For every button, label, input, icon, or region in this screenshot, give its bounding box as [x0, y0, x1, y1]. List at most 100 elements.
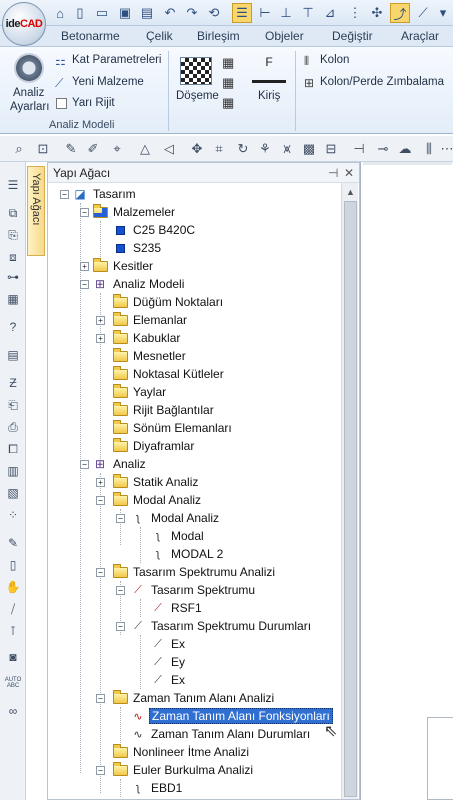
triangle-icon[interactable]: △ — [136, 140, 154, 158]
calendar-icon[interactable]: ▥ — [4, 462, 22, 480]
save-icon[interactable]: ▣ — [115, 3, 135, 23]
tree-node-tsa[interactable]: Tasarım Spektrumu Analizi — [112, 563, 277, 581]
pen-icon[interactable]: ✐ — [84, 140, 102, 158]
copy-move-icon[interactable]: ⌗ — [210, 140, 228, 158]
pin-icon[interactable]: ⊣ — [328, 166, 338, 180]
tree-node-modal[interactable]: ʅ Modal — [150, 527, 206, 545]
doseme-grid-icon-1[interactable]: ▦ — [222, 55, 234, 71]
collapse-toggle[interactable]: − — [96, 496, 105, 505]
kiris-icon[interactable]: F — [252, 55, 286, 83]
tree-node-rijit[interactable]: Rijit Bağlantılar — [112, 401, 216, 419]
auto-label-icon[interactable]: AUTO ABC — [4, 674, 22, 692]
redo-icon[interactable]: ↷ — [182, 3, 202, 23]
analiz-ayarlari-line2[interactable]: Ayarları — [10, 101, 49, 113]
rotate-icon[interactable]: ↻ — [234, 140, 252, 158]
document-icon[interactable]: ▤ — [4, 346, 22, 364]
doseme-icon[interactable] — [180, 57, 212, 85]
ortho-icon[interactable]: ⤴ — [390, 3, 410, 23]
marker-icon[interactable]: ⌖ — [108, 140, 126, 158]
tree-node-tsd[interactable]: ⟋ Tasarım Spektrumu Durumları — [130, 617, 313, 635]
tab-degistir[interactable]: Değiştir — [332, 29, 373, 43]
print-icon[interactable]: ⎙ — [4, 418, 22, 436]
tree-node-modal-analiz[interactable]: ʅ Modal Analiz — [130, 509, 221, 527]
doseme-grid-icon-3[interactable]: ▦ — [222, 95, 234, 111]
polar-icon[interactable]: ⟋ — [413, 3, 433, 23]
tree-node-kesitler[interactable]: Kesitler — [92, 257, 155, 275]
open-folder-icon[interactable]: ▭ — [92, 3, 112, 23]
settings-gear-icon[interactable] — [14, 53, 44, 83]
expand-toggle[interactable]: + — [96, 334, 105, 343]
kat-parametreleri-button[interactable]: Kat Parametreleri — [72, 54, 161, 66]
tree-scrollbar[interactable]: ▲ — [341, 183, 358, 799]
mirror-icon[interactable]: ⩙ — [278, 140, 296, 158]
tree-node-kabuklar[interactable]: Kabuklar — [112, 329, 182, 347]
pick-icon[interactable]: ✎ — [62, 140, 80, 158]
collapse-toggle[interactable]: − — [96, 766, 105, 775]
kolon-perde-button[interactable]: Kolon/Perde Zımbalama — [320, 76, 444, 88]
array-icon[interactable]: ▩ — [300, 140, 318, 158]
properties-icon[interactable]: ⎘ — [4, 226, 22, 244]
tree-view-icon[interactable]: ☰ — [232, 3, 252, 23]
tree-node-ey[interactable]: ⟋ Ey — [150, 653, 187, 671]
extend-icon[interactable]: ⊣ — [350, 140, 368, 158]
tree-node-modal-analiz-folder[interactable]: Modal Analiz — [112, 491, 203, 509]
collapse-toggle[interactable]: − — [116, 622, 125, 631]
kiris-button[interactable]: Kiriş — [258, 90, 280, 102]
break-icon[interactable]: ⊸ — [374, 140, 392, 158]
query-icon[interactable]: ? — [4, 318, 22, 336]
tree-node-ts[interactable]: ⟋ Tasarım Spektrumu — [130, 581, 257, 599]
copy-doc-icon[interactable]: ⎗ — [4, 396, 22, 414]
chart-icon[interactable]: ⫼ — [420, 140, 438, 158]
expand-toggle[interactable]: + — [80, 262, 89, 271]
tree-node-ex2[interactable]: ⟋ Ex — [150, 671, 187, 689]
collapse-toggle[interactable]: − — [60, 190, 69, 199]
align-mid-icon[interactable]: ⊥ — [276, 3, 296, 23]
tree-node-diyafram[interactable]: Diyaframlar — [112, 437, 196, 455]
more-view-tools-icon[interactable]: ⋯ — [438, 140, 453, 158]
home-icon[interactable]: ⌂ — [50, 3, 70, 23]
collapse-toggle[interactable]: − — [96, 694, 105, 703]
tree-node-modal2[interactable]: ʅ MODAL 2 — [150, 545, 225, 563]
tree-node-tasarim[interactable]: ◪ Tasarım — [72, 185, 138, 203]
tree-node-nonlineer[interactable]: Nonlineer İtme Analizi — [112, 743, 251, 761]
tree-node-yaylar[interactable]: Yaylar — [112, 383, 168, 401]
tree-node-dugum[interactable]: Düğüm Noktaları — [112, 293, 225, 311]
tree-node-rsf1[interactable]: ⟋ RSF1 — [150, 599, 204, 617]
nodes-icon[interactable]: ⁘ — [4, 506, 22, 524]
refresh-view-icon[interactable]: ⟲ — [204, 3, 224, 23]
side-tab-yapi-agaci[interactable]: Yapı Ağacı — [27, 166, 45, 256]
save-all-icon[interactable]: ▤ — [137, 3, 157, 23]
align-bottom-icon[interactable]: ⊿ — [320, 3, 340, 23]
grid-icon[interactable]: ⋮ — [345, 3, 365, 23]
tree-node-ztad[interactable]: ∿ Zaman Tanım Alanı Durumları — [130, 725, 312, 743]
edit-icon[interactable]: ✎ — [4, 534, 22, 552]
book-icon[interactable]: ▧ — [4, 484, 22, 502]
expand-toggle[interactable]: + — [96, 316, 105, 325]
tree-node-analiz[interactable]: ⊞ Analiz — [92, 455, 148, 473]
tree-node-mesnetler[interactable]: Mesnetler — [112, 347, 188, 365]
tab-celik[interactable]: Çelik — [146, 29, 173, 43]
expand-toggle[interactable]: + — [96, 478, 105, 487]
align-left-icon[interactable]: ⊢ — [255, 3, 275, 23]
cloud-icon[interactable]: ☁ — [396, 140, 414, 158]
tab-objeler[interactable]: Objeler — [265, 29, 304, 43]
collapse-toggle[interactable]: − — [116, 586, 125, 595]
collapse-toggle[interactable]: − — [116, 514, 125, 523]
analiz-ayarlari-line1[interactable]: Analiz — [13, 87, 44, 99]
camera-icon[interactable]: ◙ — [4, 648, 22, 666]
kolon-button[interactable]: Kolon — [320, 54, 349, 66]
trim-icon[interactable]: ⚘ — [256, 140, 274, 158]
new-file-icon[interactable]: ▯ — [70, 3, 90, 23]
tool-icon[interactable]: ⊺ — [4, 622, 22, 640]
tree-node-statik[interactable]: Statik Analiz — [112, 473, 200, 491]
tree-node-ex1[interactable]: ⟋ Ex — [150, 635, 187, 653]
table-icon[interactable]: ▦ — [4, 290, 22, 308]
tree-node-malzemeler[interactable]: Malzemeler — [92, 203, 177, 221]
align-right-icon[interactable]: ⊤ — [298, 3, 318, 23]
hierarchy-icon[interactable]: ⊶ — [4, 268, 22, 286]
doseme-grid-icon-2[interactable]: ▦ — [222, 75, 234, 91]
binoculars-icon[interactable]: ∞ — [4, 702, 22, 720]
dimension-icon[interactable]: Ƶ — [4, 374, 22, 392]
stack-icon[interactable]: ⧈ — [4, 248, 22, 266]
tree-node-c25[interactable]: C25 B420C — [112, 221, 197, 239]
